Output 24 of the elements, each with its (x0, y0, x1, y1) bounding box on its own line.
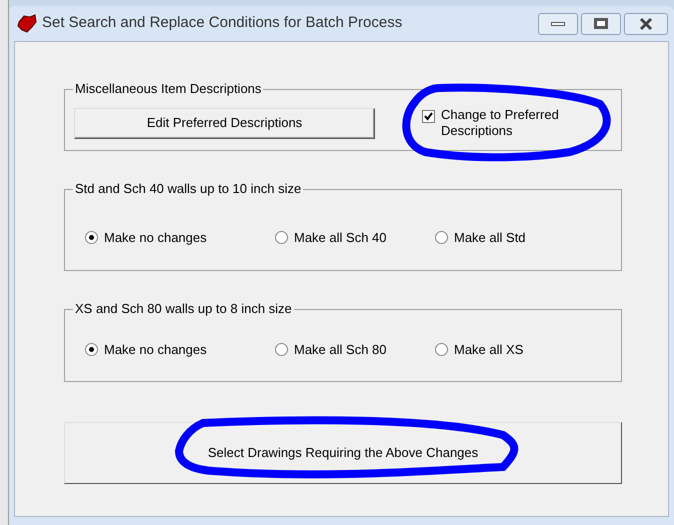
maximize-button[interactable] (581, 12, 621, 34)
radio-label: Make all XS (454, 341, 524, 359)
radio-button[interactable] (275, 343, 288, 356)
edit-descriptions-button[interactable]: Edit Preferred Descriptions (74, 108, 375, 138)
group-title: Std and Sch 40 walls up to 10 inch size (73, 181, 304, 197)
checkbox-label: Change to Preferred Descriptions (441, 107, 560, 139)
close-icon (638, 16, 654, 30)
radio-button[interactable] (435, 343, 448, 356)
group-title: Miscellaneous Item Descriptions (73, 81, 264, 97)
radio-button[interactable] (85, 231, 98, 244)
radio-label: Make all Sch 80 (294, 341, 386, 359)
checkbox[interactable] (422, 110, 435, 123)
window-title: Set Search and Replace Conditions for Batch Process (42, 13, 402, 34)
radio-button[interactable] (275, 231, 288, 244)
radio-label: Make no changes (104, 341, 207, 359)
app-icon (16, 12, 38, 34)
radio-label: Make all Std (454, 229, 526, 247)
radio-label: Make all Sch 40 (294, 229, 386, 247)
radio-button[interactable] (85, 343, 98, 356)
group-title: XS and Sch 80 walls up to 8 inch size (73, 301, 294, 317)
close-button[interactable] (624, 12, 668, 34)
radio-label: Make no changes (104, 229, 207, 247)
radio-button[interactable] (435, 231, 448, 244)
minimize-button[interactable] (538, 12, 578, 34)
